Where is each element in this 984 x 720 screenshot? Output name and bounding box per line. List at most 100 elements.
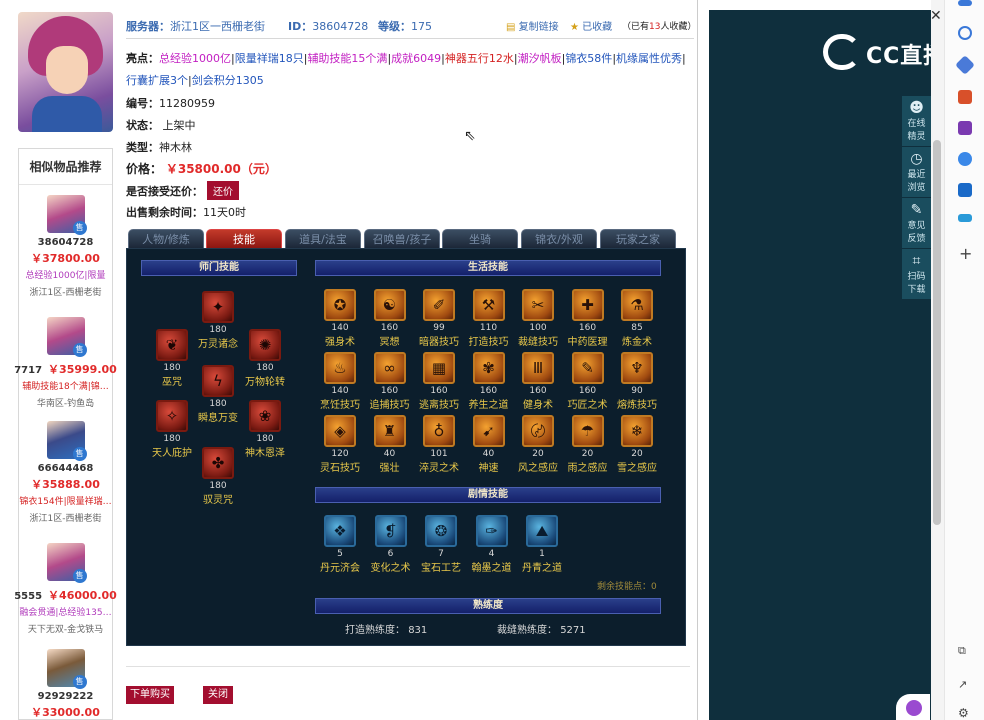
skill-icon: ✤ <box>202 447 234 479</box>
story-skill-2[interactable]: ❂ 7 宝石工艺 <box>416 515 466 574</box>
life-skill-16[interactable]: ♁ 101 淬灵之术 <box>414 415 464 474</box>
tab-items[interactable]: 道具/法宝 <box>285 229 361 249</box>
life-skill-19[interactable]: ☂ 20 雨之感应 <box>563 415 613 474</box>
copy-link-button[interactable]: ▤ 复制链接 <box>506 18 559 33</box>
brain-widget[interactable] <box>896 694 930 720</box>
buy-button[interactable]: 下单购买 <box>126 686 174 704</box>
life-skill-11[interactable]: Ⅲ 160 健身术 <box>513 352 563 411</box>
life-skills-title: 生活技能 <box>315 260 661 276</box>
favorite-button[interactable]: ★ 已收藏 <box>570 18 612 33</box>
school-skill-4[interactable]: ✧ 180 天人庇护 <box>147 400 197 459</box>
similar-item[interactable]: 售 38604728 ￥37800.00 总经验1000亿|限量 浙江1区-西栅… <box>19 195 112 298</box>
story-skill-1[interactable]: ❡ 6 变化之术 <box>366 515 416 574</box>
recent-browse-button[interactable]: ◷ 最近浏览 <box>902 147 931 198</box>
similar-item[interactable]: 售 5555 ￥46000.00 融会贯通|总经验135… 天下无双-金戈铁马 <box>14 543 117 635</box>
search-icon[interactable] <box>958 26 972 40</box>
qr-scan-icon: ⌗ <box>912 253 921 269</box>
tab-mounts[interactable]: 坐骑 <box>442 229 518 249</box>
tab-character[interactable]: 人物/修炼 <box>128 229 204 249</box>
skill-name: 万灵诸念 <box>198 339 238 350</box>
close-icon[interactable]: ✕ <box>930 8 942 24</box>
skill-level: 140 <box>331 323 349 333</box>
copilot-icon[interactable] <box>958 152 972 166</box>
tab-summons[interactable]: 召唤兽/孩子 <box>364 229 440 249</box>
school-skill-3[interactable]: ϟ 180 瞬息万变 <box>193 365 243 424</box>
browser-sidebar <box>944 0 984 720</box>
toolbox-icon[interactable] <box>958 90 972 104</box>
similar-item-thumbnail[interactable]: 售 <box>46 195 87 235</box>
skill-level: 180 <box>209 481 227 491</box>
copy-link-icon: ▤ <box>506 22 516 33</box>
send-icon[interactable] <box>958 214 972 222</box>
life-skill-4[interactable]: ✂ 100 裁缝技巧 <box>513 289 563 348</box>
similar-item-server: 浙江1区-西栅老街 <box>29 288 102 298</box>
life-skill-7[interactable]: ♨ 140 烹饪技巧 <box>315 352 365 411</box>
external-link-icon[interactable]: ↗ <box>958 678 967 691</box>
school-skill-1[interactable]: ❦ 180 巫咒 <box>147 329 197 388</box>
similar-item-thumbnail[interactable]: 售 <box>46 421 87 461</box>
school-skill-6[interactable]: ✤ 180 驭灵咒 <box>193 447 243 506</box>
similar-item-thumbnail[interactable]: 售 <box>46 543 87 583</box>
life-skill-15[interactable]: ♜ 40 强壮 <box>365 415 415 474</box>
highlight-item: 辅助技能15个满 <box>307 52 388 65</box>
life-skill-17[interactable]: ➹ 40 神速 <box>464 415 514 474</box>
similar-item[interactable]: 售 66644468 ￥35888.00 锦衣154件|限量祥瑞… 浙江1区-西… <box>19 421 112 524</box>
similar-item-id: 66644468 <box>37 463 94 474</box>
life-skill-1[interactable]: ☯ 160 冥想 <box>365 289 415 348</box>
story-skill-3[interactable]: ✑ 4 翰墨之道 <box>467 515 517 574</box>
level-value: 175 <box>411 20 432 33</box>
life-skill-8[interactable]: ∞ 160 追捕技巧 <box>365 352 415 411</box>
skill-level: 160 <box>380 386 399 396</box>
similar-item-thumbnail[interactable]: 售 <box>46 649 87 689</box>
tab-skills[interactable]: 技能 <box>206 229 282 249</box>
price-value: ￥35800.00（元） <box>165 162 277 176</box>
life-skill-14[interactable]: ◈ 120 灵石技巧 <box>315 415 365 474</box>
skill-icon: ⚗ <box>621 289 653 321</box>
life-skill-13[interactable]: ♆ 90 熔炼技巧 <box>612 352 662 411</box>
life-skill-12[interactable]: ✎ 160 巧匠之术 <box>563 352 613 411</box>
life-skill-2[interactable]: ✐ 99 暗器技巧 <box>414 289 464 348</box>
scrollbar-thumb[interactable] <box>933 140 941 525</box>
online-assistant-button[interactable]: ☻ 在线精灵 <box>902 96 931 147</box>
add-icon[interactable]: + <box>959 244 972 263</box>
similar-item-thumbnail[interactable]: 售 <box>46 317 87 357</box>
skill-icon: ♜ <box>373 415 406 447</box>
clock-icon: ◷ <box>910 151 923 167</box>
skill-name: 追捕技巧 <box>369 400 410 411</box>
life-skill-9[interactable]: ▦ 160 逃离技巧 <box>414 352 464 411</box>
feedback-button[interactable]: ✎ 意见反馈 <box>902 198 931 249</box>
story-skill-0[interactable]: ❖ 5 丹元济会 <box>315 515 365 574</box>
life-skill-6[interactable]: ⚗ 85 炼金术 <box>612 289 662 348</box>
similar-item[interactable]: 售 92929222 ￥33000.00 <box>19 649 112 720</box>
close-button[interactable]: 关闭 <box>203 686 233 704</box>
school-skill-5[interactable]: ❀ 180 神木恩泽 <box>240 400 290 459</box>
school-skill-2[interactable]: ✺ 180 万物轮转 <box>240 329 290 388</box>
school-skill-0[interactable]: ✦ 180 万灵诸念 <box>193 291 243 350</box>
gear-icon[interactable]: ⚙ <box>958 706 969 720</box>
life-skill-3[interactable]: ⚒ 110 打造技巧 <box>464 289 514 348</box>
outlook-icon[interactable] <box>958 183 972 197</box>
skill-name: 翰墨之道 <box>471 563 512 574</box>
story-skills-title: 剧情技能 <box>315 487 661 503</box>
scan-download-button[interactable]: ⌗ 扫码下载 <box>902 249 931 300</box>
life-skill-0[interactable]: ✪ 140 强身术 <box>315 289 365 348</box>
skill-name: 逃离技巧 <box>419 400 459 411</box>
life-skill-10[interactable]: ✾ 160 养生之道 <box>464 352 514 411</box>
similar-item[interactable]: 售 7717 ￥35999.00 辅助技能18个满|锦… 华南区-钓鱼岛 <box>14 317 117 409</box>
skill-icon: ✺ <box>249 329 281 361</box>
highlight-item: 机缘属性优秀 <box>616 52 683 65</box>
story-skill-4[interactable]: ⛰ 1 丹青之道 <box>517 515 567 574</box>
tab-home[interactable]: 玩家之家 <box>600 229 676 249</box>
skill-level: 110 <box>479 323 498 333</box>
tab-outfits[interactable]: 锦衣/外观 <box>521 229 597 249</box>
games-icon[interactable] <box>958 121 972 135</box>
life-skill-20[interactable]: ❄ 20 雪之感应 <box>612 415 662 474</box>
highlight-item: 剑会积分1305 <box>191 74 264 87</box>
life-skill-5[interactable]: ✚ 160 中药医理 <box>563 289 613 348</box>
bell-icon[interactable] <box>958 0 972 6</box>
life-skill-18[interactable]: 〄 20 风之感应 <box>513 415 563 474</box>
screenshot-icon[interactable]: ⧉ <box>958 644 966 658</box>
skill-icon: ◈ <box>324 415 356 447</box>
bargain-button[interactable]: 还价 <box>207 181 239 200</box>
highlight-item: 限量祥瑞18只 <box>234 52 304 65</box>
